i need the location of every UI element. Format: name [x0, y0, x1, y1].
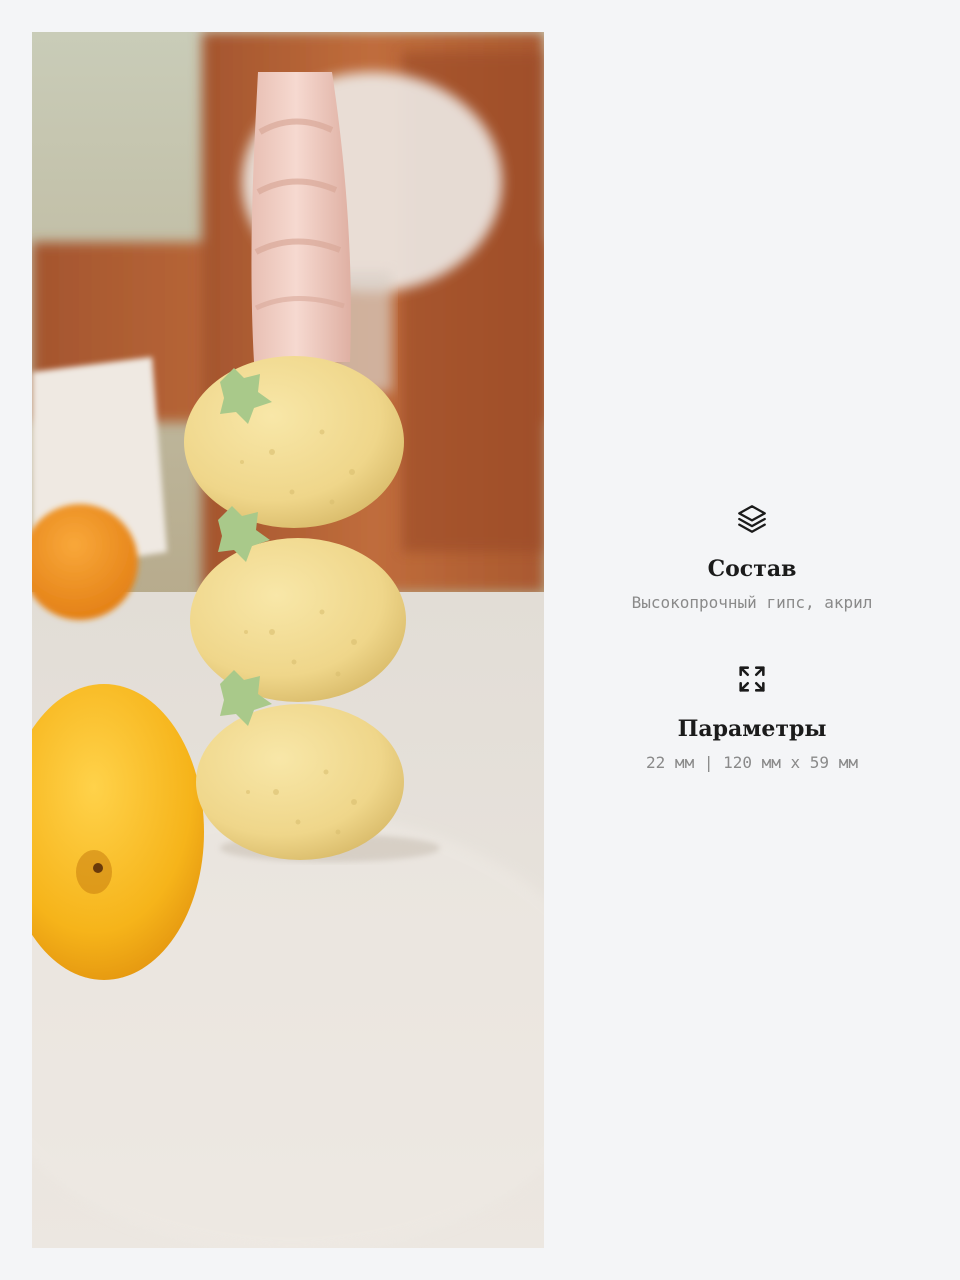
parameters-title: Параметры	[677, 716, 827, 742]
composition-title: Состав	[707, 556, 797, 582]
composition-value: Высокопрочный гипс, акрил	[631, 593, 873, 612]
parameters-block: Параметры 22 мм | 120 мм х 59 мм	[544, 662, 960, 774]
candle-holder-illustration	[32, 32, 544, 1248]
product-page: Состав Высокопрочный гипс, акрил Парамет…	[0, 0, 960, 1280]
layers-icon	[738, 505, 766, 533]
product-photo	[32, 32, 544, 1248]
composition-block: Состав Высокопрочный гипс, акрил	[544, 502, 960, 614]
product-info: Состав Высокопрочный гипс, акрил Парамет…	[544, 0, 960, 1280]
expand-icon	[739, 666, 765, 692]
parameters-value: 22 мм | 120 мм х 59 мм	[646, 753, 858, 772]
